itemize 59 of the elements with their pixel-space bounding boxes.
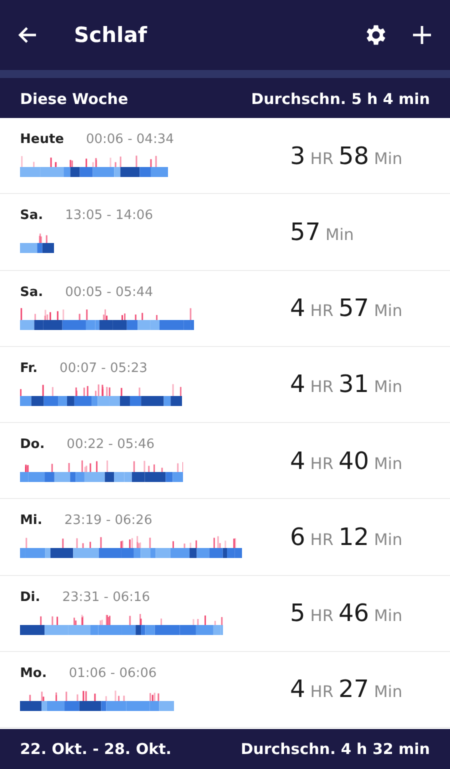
duration-value: 6 (290, 522, 306, 551)
duration-unit: HR (310, 530, 334, 549)
duration-unit: Min (326, 224, 354, 244)
night-row[interactable]: Di. 23:31 - 06:16 5 HR 46 Min (0, 576, 450, 652)
duration-unit: HR (310, 682, 334, 702)
duration-value: 27 (338, 675, 369, 704)
duration-value: 4 (290, 675, 306, 704)
night-row[interactable]: Sa. 00:05 - 05:44 4 HR 57 Min (0, 270, 450, 347)
night-row[interactable]: Mi. 23:19 - 06:26 6 HR 12 Min (0, 499, 450, 576)
day-label: Di. (20, 590, 40, 605)
duration-unit: Min (374, 606, 402, 626)
day-label: Do. (20, 437, 45, 452)
time-range: 00:05 - 05:44 (65, 284, 153, 300)
duration-unit: Min (374, 454, 402, 473)
duration-unit: HR (310, 606, 334, 626)
duration-unit: Min (374, 530, 402, 549)
duration-value: 4 (290, 370, 306, 398)
duration-value: 57 (290, 218, 321, 246)
night-row[interactable]: Heute 00:06 - 04:34 3 HR 58 Min (0, 118, 450, 194)
day-label: Sa. (20, 284, 44, 300)
day-label: Mi. (20, 513, 42, 528)
duration-value: 4 (290, 294, 306, 322)
duration-value: 4 (290, 446, 306, 475)
duration-value: 58 (338, 142, 369, 170)
time-range: 23:31 - 06:16 (62, 590, 150, 605)
duration-unit: Min (374, 148, 402, 168)
day-label: Sa. (20, 208, 44, 224)
night-row[interactable]: Sa. 13:05 - 14:06 57 Min (0, 194, 450, 270)
time-range: 01:06 - 06:06 (68, 666, 157, 681)
duration-value: 40 (338, 446, 369, 475)
week-range: 22. Okt. - 28. Okt. (20, 740, 172, 758)
time-range: 00:07 - 05:23 (60, 360, 148, 376)
day-label: Heute (20, 132, 64, 148)
screen-title: Schlaf (74, 23, 148, 47)
duration-value: 46 (338, 599, 369, 628)
week-label: Diese Woche (20, 90, 128, 108)
duration-unit: Min (374, 377, 402, 396)
time-range: 00:06 - 04:34 (86, 132, 174, 148)
time-range: 13:05 - 14:06 (65, 208, 153, 224)
time-range: 23:19 - 06:26 (64, 513, 152, 528)
duration-value: 57 (338, 294, 369, 322)
day-label: Fr. (20, 360, 38, 376)
night-row[interactable]: Mo. 01:06 - 06:06 4 HR 27 Min (0, 652, 450, 728)
duration-unit: HR (310, 301, 334, 320)
duration-unit: HR (310, 148, 334, 168)
duration-value: 12 (338, 522, 369, 551)
duration-unit: HR (310, 377, 334, 396)
duration-value: 31 (338, 370, 369, 398)
week-average: Durchschn. 5 h 4 min (251, 90, 430, 108)
duration-value: 5 (290, 599, 306, 628)
duration-unit: HR (310, 454, 334, 473)
duration-unit: Min (374, 301, 402, 320)
night-row[interactable]: Do. 00:22 - 05:46 4 HR 40 Min (0, 423, 450, 500)
night-row[interactable]: Fr. 00:07 - 05:23 4 HR 31 Min (0, 346, 450, 423)
week-average: Durchschn. 4 h 32 min (240, 740, 430, 758)
time-range: 00:22 - 05:46 (66, 437, 155, 452)
duration-value: 3 (290, 142, 306, 170)
duration-unit: Min (374, 682, 402, 702)
day-label: Mo. (20, 666, 47, 681)
